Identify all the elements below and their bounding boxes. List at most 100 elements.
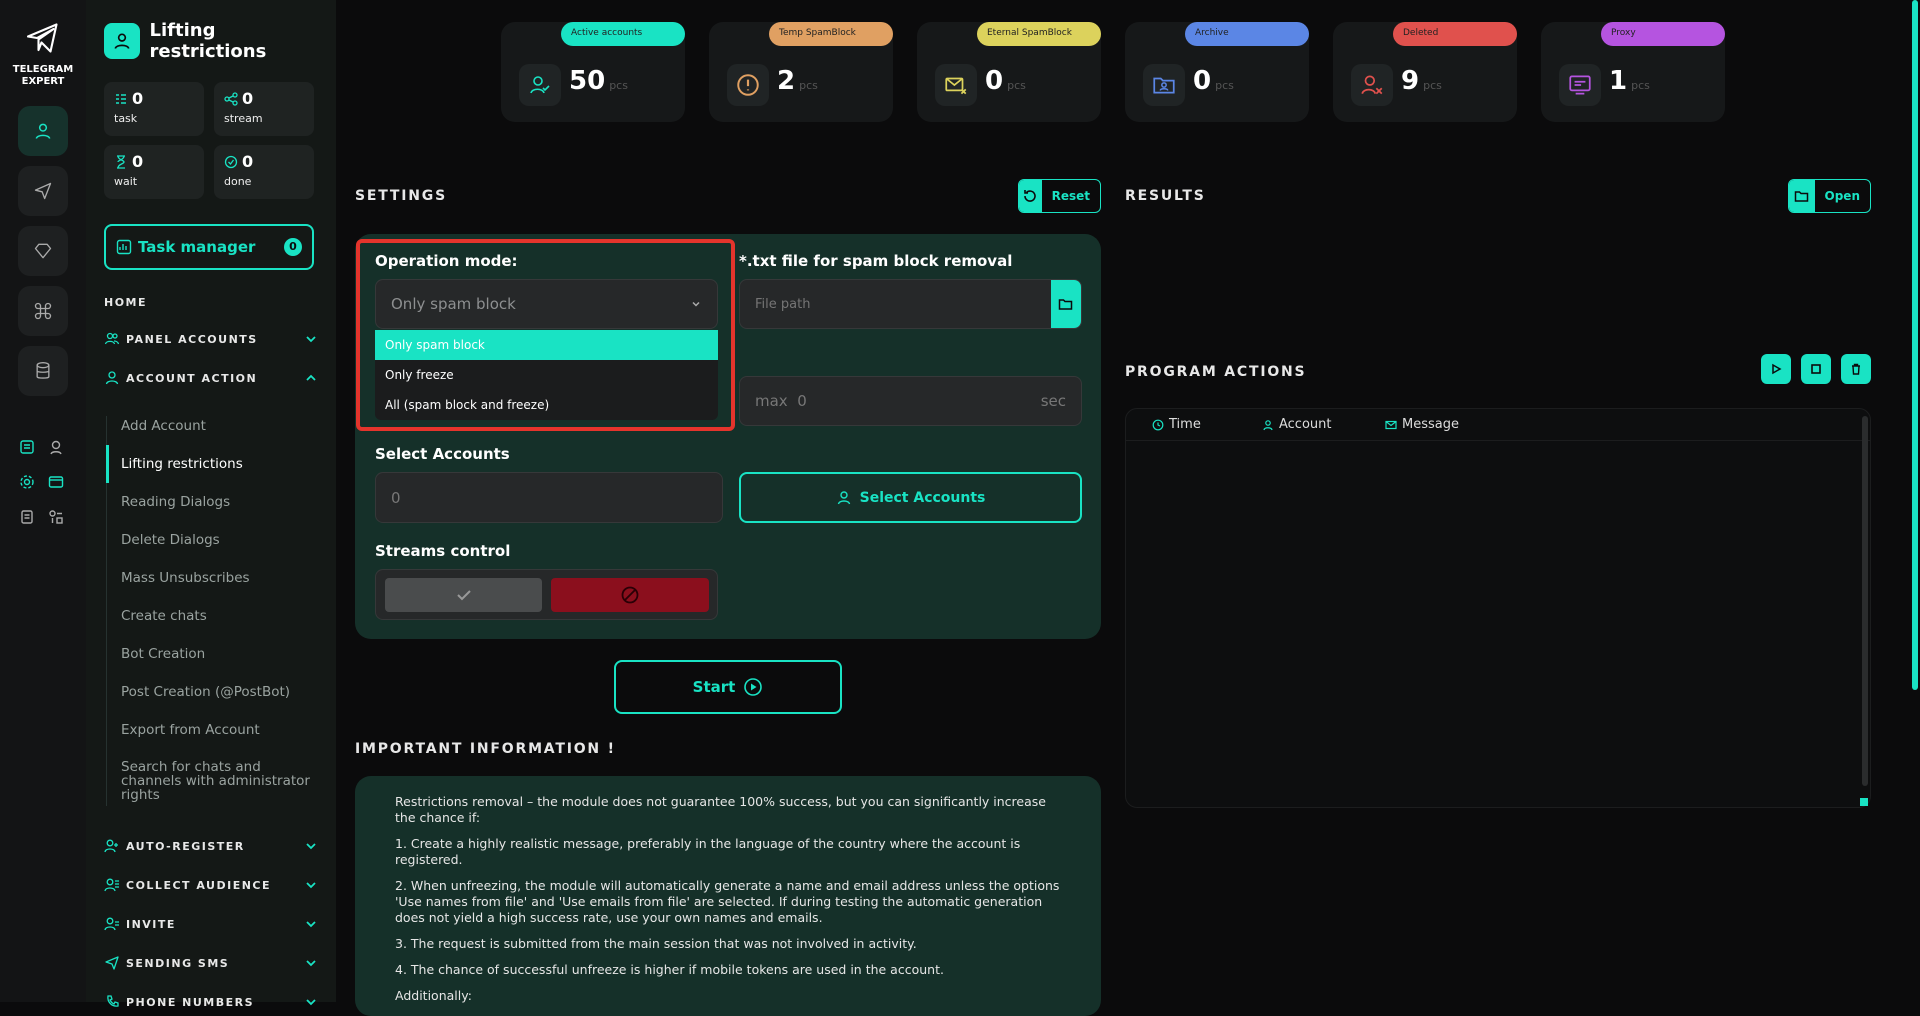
task-manager-count: 0 (284, 238, 302, 256)
card-temp-spamblock[interactable]: Temp SpamBlock 2 pcs (709, 22, 893, 122)
nav-item-lifting-restrictions[interactable]: Lifting restrictions (121, 456, 321, 472)
select-accounts-button[interactable]: Select Accounts (739, 472, 1082, 523)
stat-value: 0 (242, 152, 254, 171)
nav-phone-numbers[interactable]: PHONE NUMBERS (104, 992, 318, 1012)
delay-max-group: max 0 (755, 392, 807, 410)
users-icon (104, 332, 120, 345)
play-button[interactable] (1761, 354, 1791, 384)
select-accounts-button-label: Select Accounts (859, 489, 986, 506)
stat-label: stream (224, 112, 263, 125)
nav-item-mass-unsubscribes[interactable]: Mass Unsubscribes (121, 570, 321, 586)
nav-section-label: ACCOUNT ACTION (126, 371, 258, 385)
nav-sending-sms[interactable]: SENDING SMS (104, 953, 318, 973)
spam-file-label: *.txt file for spam block removal (739, 252, 1013, 270)
rail-notes-icon[interactable] (16, 506, 38, 528)
clear-log-button[interactable] (1841, 354, 1871, 384)
option-all[interactable]: All (spam block and freeze) (375, 390, 718, 420)
nav-auto-register[interactable]: AUTO-REGISTER (104, 836, 318, 856)
info-paragraph: 2. When unfreezing, the module will auto… (395, 878, 1060, 925)
nav-section-label: PANEL ACCOUNTS (126, 332, 258, 346)
nav-panel-accounts[interactable]: PANEL ACCOUNTS (104, 329, 318, 349)
info-paragraph: 1. Create a highly realistic message, pr… (395, 836, 1021, 867)
operation-mode-select[interactable]: Only spam block (375, 279, 718, 329)
streams-enable-button[interactable] (385, 578, 542, 612)
stat-label: wait (114, 175, 138, 188)
delay-max-value[interactable]: 0 (797, 392, 807, 410)
nav-section-label: INVITE (126, 917, 176, 931)
card-proxy[interactable]: Proxy 1 pcs (1541, 22, 1725, 122)
stat-value: 0 (242, 89, 254, 108)
select-accounts-count[interactable]: 0 (375, 472, 723, 523)
select-accounts-label: Select Accounts (375, 445, 510, 463)
nav-item-reading-dialogs[interactable]: Reading Dialogs (121, 494, 321, 510)
column-time: Time (1152, 417, 1201, 432)
proxy-icon (1559, 64, 1601, 106)
nav-item-search-admin-chats[interactable]: Search for chats and channels with admin… (121, 760, 321, 802)
send-icon (105, 956, 119, 970)
rail-command-button[interactable] (18, 286, 68, 336)
nav-item-export-from-account[interactable]: Export from Account (121, 722, 321, 738)
user-x-icon (1351, 64, 1393, 106)
card-eternal-spamblock[interactable]: Eternal SpamBlock 0 pcs (917, 22, 1101, 122)
streams-disable-button[interactable] (551, 578, 709, 612)
nav-invite[interactable]: INVITE (104, 914, 318, 934)
nav-account-action[interactable]: ACCOUNT ACTION (104, 368, 318, 388)
chevron-down-icon (692, 301, 700, 307)
option-only-spam-block[interactable]: Only spam block (375, 330, 718, 360)
spam-file-field[interactable] (739, 279, 1082, 329)
card-deleted[interactable]: Deleted 9 pcs (1333, 22, 1517, 122)
column-label: Message (1402, 417, 1459, 432)
rail-browser-icon[interactable] (45, 471, 67, 493)
nav-item-post-creation[interactable]: Post Creation (@PostBot) (121, 684, 321, 700)
nav-item-create-chats[interactable]: Create chats (121, 608, 321, 624)
log-scrollbar[interactable] (1862, 416, 1868, 786)
start-button[interactable]: Start (614, 660, 842, 714)
nav-item-bot-creation[interactable]: Bot Creation (121, 646, 321, 662)
page-scrollbar[interactable] (1910, 0, 1920, 1002)
nav-home[interactable]: HOME (104, 292, 318, 312)
rail-shapes-icon[interactable] (45, 506, 67, 528)
mail-icon (1385, 420, 1397, 429)
users-icon (104, 878, 119, 892)
stop-button[interactable] (1801, 354, 1831, 384)
nav-item-delete-dialogs[interactable]: Delete Dialogs (121, 532, 321, 548)
column-account: Account (1262, 417, 1332, 432)
card-value: 2 pcs (777, 66, 818, 96)
open-label: Open (1824, 189, 1860, 203)
open-results-button[interactable]: Open (1788, 179, 1871, 213)
stop-icon (1811, 364, 1821, 374)
start-label: Start (692, 678, 736, 696)
rail-accounts-button[interactable] (18, 106, 68, 156)
card-unit: pcs (1631, 79, 1650, 92)
rail-diamond-button[interactable] (18, 226, 68, 276)
card-active-accounts[interactable]: Active accounts 50 pcs (501, 22, 685, 122)
icon-rail: TELEGRAM EXPERT (0, 0, 86, 1002)
option-only-freeze[interactable]: Only freeze (375, 360, 718, 390)
rail-list-icon[interactable] (16, 436, 38, 458)
resize-handle[interactable] (1860, 798, 1868, 806)
rail-settings-icon[interactable] (16, 471, 38, 493)
user-icon (104, 23, 140, 59)
stat-value: 0 (132, 89, 144, 108)
page-scrollbar-thumb[interactable] (1912, 0, 1918, 690)
task-manager-button[interactable]: Task manager 0 (104, 224, 314, 270)
card-archive[interactable]: Archive 0 pcs (1125, 22, 1309, 122)
card-number: 0 (985, 66, 1004, 96)
spam-file-input[interactable] (755, 296, 1051, 312)
rail-location-icon[interactable] (45, 436, 67, 458)
user-icon (1263, 419, 1273, 430)
chevron-down-icon (306, 882, 316, 889)
nav-collect-audience[interactable]: COLLECT AUDIENCE (104, 875, 318, 895)
browse-file-button[interactable] (1051, 280, 1081, 328)
play-circle-icon (744, 678, 763, 696)
rail-send-button[interactable] (18, 166, 68, 216)
reset-button[interactable]: Reset (1018, 179, 1101, 213)
card-tag: Eternal SpamBlock (977, 22, 1101, 46)
rail-database-button[interactable] (18, 346, 68, 396)
command-icon (34, 302, 52, 320)
card-unit: pcs (609, 79, 628, 92)
delay-max-field[interactable]: max 0 sec (739, 376, 1082, 426)
card-tag: Proxy (1601, 22, 1725, 46)
chevron-down-icon (306, 921, 316, 928)
nav-item-add-account[interactable]: Add Account (121, 418, 321, 434)
